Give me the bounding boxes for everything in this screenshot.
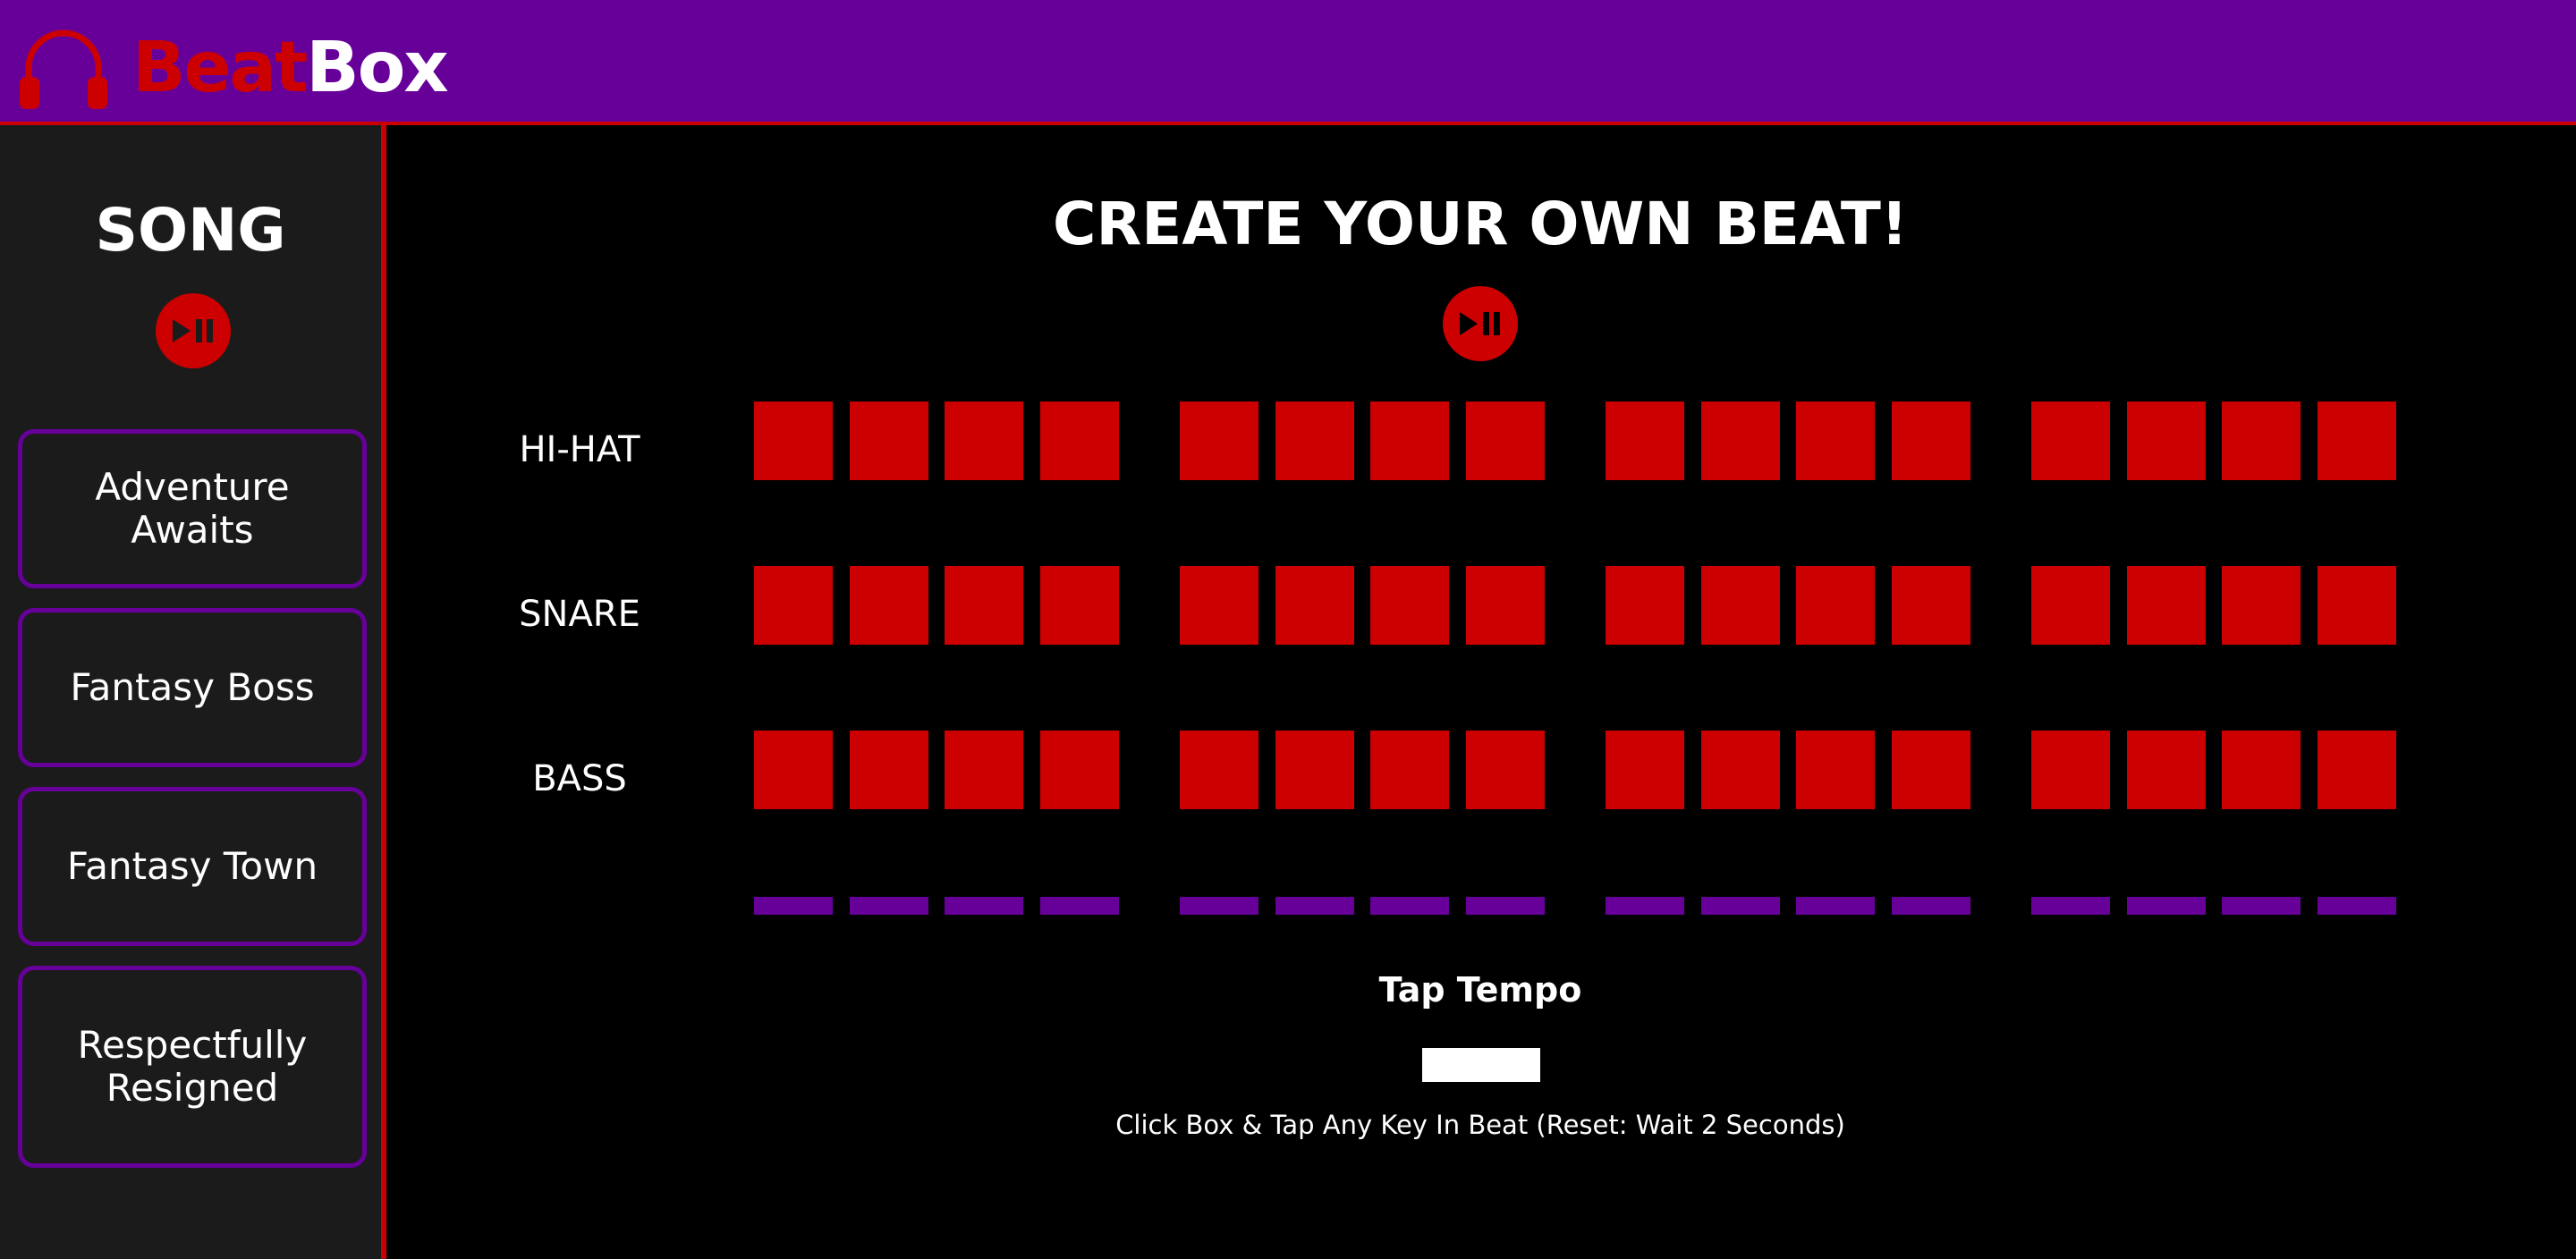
step-pad-bass-16[interactable] bbox=[2318, 731, 2396, 809]
step-pad-bass-7[interactable] bbox=[1370, 731, 1449, 809]
step-pad-snare-6[interactable] bbox=[1275, 566, 1354, 645]
step-pad-hi-hat-6[interactable] bbox=[1275, 401, 1354, 480]
beat-indicator-11 bbox=[1796, 897, 1875, 915]
step-pad-hi-hat-5[interactable] bbox=[1180, 401, 1258, 480]
step-pad-bass-15[interactable] bbox=[2222, 731, 2301, 809]
beat-indicator-14 bbox=[2127, 897, 2206, 915]
step-pad-hi-hat-10[interactable] bbox=[1701, 401, 1780, 480]
app-logo[interactable]: BeatBox bbox=[132, 25, 449, 111]
step-pad-snare-1[interactable] bbox=[754, 566, 833, 645]
step-pad-snare-16[interactable] bbox=[2318, 566, 2396, 645]
step-pad-snare-4[interactable] bbox=[1040, 566, 1119, 645]
step-pad-hi-hat-4[interactable] bbox=[1040, 401, 1119, 480]
play-pause-icon bbox=[173, 319, 213, 342]
beat-indicator-13 bbox=[2031, 897, 2110, 915]
song-play-pause-button[interactable] bbox=[156, 293, 231, 368]
step-pad-hi-hat-14[interactable] bbox=[2127, 401, 2206, 480]
song-title: SONG bbox=[95, 196, 286, 265]
header: BeatBox bbox=[0, 0, 2576, 125]
step-pad-snare-10[interactable] bbox=[1701, 566, 1780, 645]
step-pad-snare-9[interactable] bbox=[1606, 566, 1684, 645]
step-pad-bass-4[interactable] bbox=[1040, 731, 1119, 809]
step-pad-hi-hat-1[interactable] bbox=[754, 401, 833, 480]
beat-indicator-5 bbox=[1180, 897, 1258, 915]
song-button-respectfully-resigned[interactable]: Respectfully Resigned bbox=[18, 966, 367, 1168]
beat-indicator-9 bbox=[1606, 897, 1684, 915]
step-pad-hi-hat-7[interactable] bbox=[1370, 401, 1449, 480]
step-pad-bass-13[interactable] bbox=[2031, 731, 2110, 809]
step-pad-hi-hat-12[interactable] bbox=[1892, 401, 1970, 480]
beat-indicator-10 bbox=[1701, 897, 1780, 915]
beat-indicator-15 bbox=[2222, 897, 2301, 915]
beat-indicator-2 bbox=[850, 897, 928, 915]
step-pad-snare-3[interactable] bbox=[945, 566, 1023, 645]
song-button-fantasy-town[interactable]: Fantasy Town bbox=[18, 787, 367, 946]
step-pad-snare-12[interactable] bbox=[1892, 566, 1970, 645]
step-pad-bass-6[interactable] bbox=[1275, 731, 1354, 809]
track-label-snare: SNARE bbox=[519, 594, 640, 635]
beat-indicator-16 bbox=[2318, 897, 2396, 915]
sequencer-title: CREATE YOUR OWN BEAT! bbox=[1053, 190, 1908, 258]
step-pad-bass-9[interactable] bbox=[1606, 731, 1684, 809]
beat-indicator-12 bbox=[1892, 897, 1970, 915]
step-pad-hi-hat-2[interactable] bbox=[850, 401, 928, 480]
song-button-fantasy-boss[interactable]: Fantasy Boss bbox=[18, 608, 367, 767]
step-pad-snare-14[interactable] bbox=[2127, 566, 2206, 645]
step-pad-bass-5[interactable] bbox=[1180, 731, 1258, 809]
beat-indicator-3 bbox=[945, 897, 1023, 915]
step-pad-bass-8[interactable] bbox=[1466, 731, 1545, 809]
step-pad-hi-hat-11[interactable] bbox=[1796, 401, 1875, 480]
step-pad-snare-5[interactable] bbox=[1180, 566, 1258, 645]
step-pad-snare-11[interactable] bbox=[1796, 566, 1875, 645]
headphones-icon bbox=[20, 30, 107, 109]
step-pad-bass-11[interactable] bbox=[1796, 731, 1875, 809]
step-pad-hi-hat-8[interactable] bbox=[1466, 401, 1545, 480]
step-pad-snare-8[interactable] bbox=[1466, 566, 1545, 645]
track-label-hi-hat: HI-HAT bbox=[519, 429, 640, 470]
step-pad-bass-1[interactable] bbox=[754, 731, 833, 809]
logo-part-box: Box bbox=[306, 28, 448, 108]
track-label-bass: BASS bbox=[532, 758, 627, 799]
step-pad-snare-13[interactable] bbox=[2031, 566, 2110, 645]
tap-tempo-hint: Click Box & Tap Any Key In Beat (Reset: … bbox=[1115, 1110, 1845, 1140]
logo-part-beat: Beat bbox=[132, 28, 308, 108]
step-pad-hi-hat-3[interactable] bbox=[945, 401, 1023, 480]
step-pad-bass-10[interactable] bbox=[1701, 731, 1780, 809]
beat-play-pause-button[interactable] bbox=[1443, 286, 1518, 361]
beat-indicator-8 bbox=[1466, 897, 1545, 915]
step-pad-bass-14[interactable] bbox=[2127, 731, 2206, 809]
play-pause-icon bbox=[1460, 312, 1500, 335]
beat-indicator-4 bbox=[1040, 897, 1119, 915]
beat-indicator-6 bbox=[1275, 897, 1354, 915]
beat-indicator-7 bbox=[1370, 897, 1449, 915]
step-pad-hi-hat-15[interactable] bbox=[2222, 401, 2301, 480]
song-button-adventure-awaits[interactable]: Adventure Awaits bbox=[18, 429, 367, 588]
beat-indicator-1 bbox=[754, 897, 833, 915]
step-pad-snare-7[interactable] bbox=[1370, 566, 1449, 645]
step-pad-snare-15[interactable] bbox=[2222, 566, 2301, 645]
step-pad-bass-2[interactable] bbox=[850, 731, 928, 809]
tap-tempo-input[interactable] bbox=[1422, 1048, 1540, 1082]
step-pad-bass-3[interactable] bbox=[945, 731, 1023, 809]
song-sidebar: SONG Adventure Awaits Fantasy Boss Fanta… bbox=[0, 125, 386, 1259]
step-pad-snare-2[interactable] bbox=[850, 566, 928, 645]
step-pad-hi-hat-16[interactable] bbox=[2318, 401, 2396, 480]
step-pad-bass-12[interactable] bbox=[1892, 731, 1970, 809]
step-pad-hi-hat-9[interactable] bbox=[1606, 401, 1684, 480]
step-pad-hi-hat-13[interactable] bbox=[2031, 401, 2110, 480]
tap-tempo-title: Tap Tempo bbox=[1378, 970, 1582, 1010]
